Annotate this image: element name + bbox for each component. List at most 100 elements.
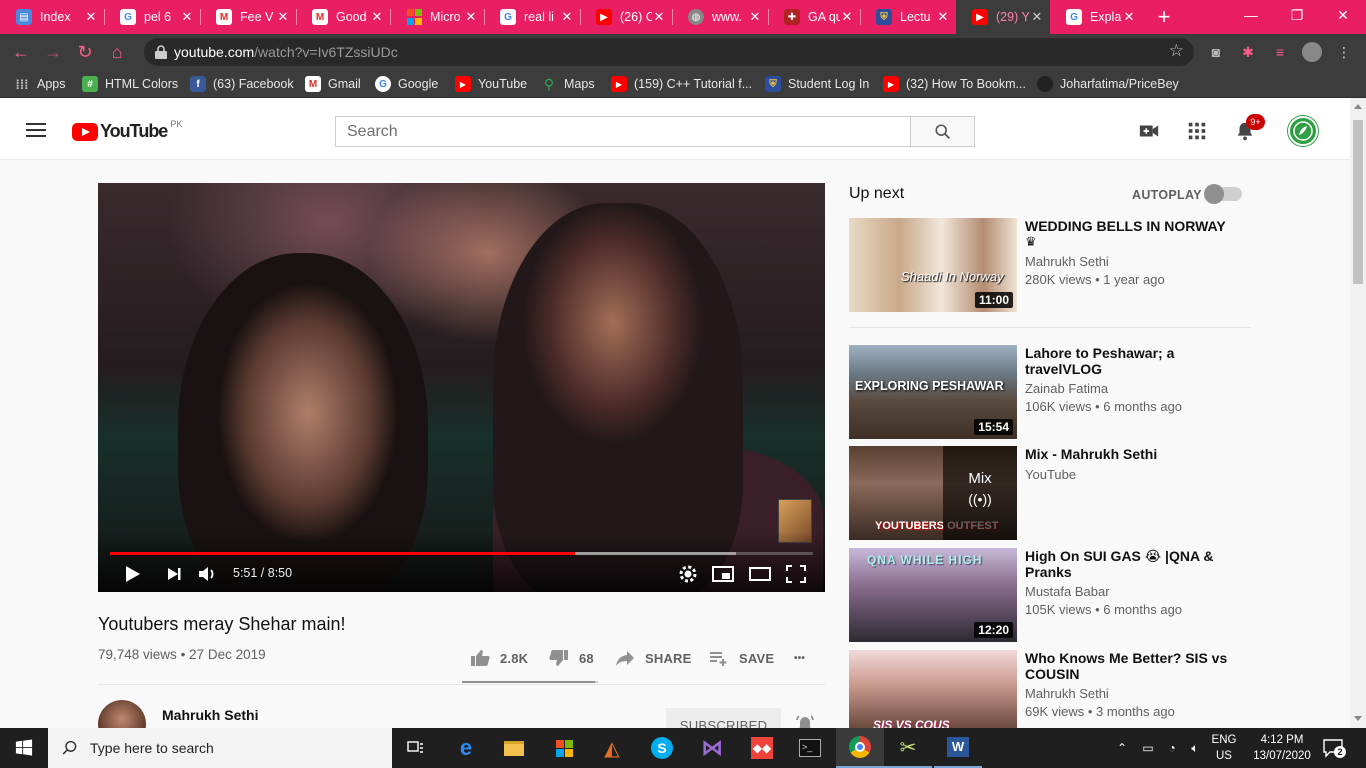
video-thumbnail[interactable]: EXPLORING PESHAWAR 15:54 [849, 345, 1017, 439]
taskbar-clock[interactable]: 4:12 PM 13/07/2020 [1246, 732, 1318, 764]
miniplayer-icon[interactable] [711, 563, 735, 585]
browser-tab[interactable]: ◍ www. ✕ [672, 0, 768, 34]
browser-tab[interactable]: ▶ (26) C ✕ [580, 0, 672, 34]
scroll-down-arrow-icon[interactable] [1354, 716, 1362, 721]
share-button[interactable]: SHARE [615, 648, 692, 668]
close-tab-icon[interactable]: ✕ [560, 9, 574, 25]
create-video-icon[interactable] [1138, 120, 1160, 142]
dislike-button[interactable]: 68 [549, 648, 594, 668]
new-tab-button[interactable]: + [1150, 4, 1178, 30]
battery-icon[interactable]: ▭ [1136, 728, 1160, 768]
apps-grid-icon[interactable] [1186, 120, 1208, 142]
browser-tab[interactable]: Micro ✕ [390, 0, 484, 34]
profile-avatar-icon[interactable] [1302, 42, 1322, 62]
forward-arrow-icon[interactable]: → [40, 40, 66, 66]
taskbar-search[interactable] [48, 728, 392, 768]
browser-tab[interactable]: ✚ GA qu ✕ [768, 0, 860, 34]
puzzle-extension-icon[interactable]: ✱ [1238, 42, 1258, 62]
close-window-icon[interactable]: ✕ [1320, 0, 1366, 30]
chrome-menu-icon[interactable]: ⋮ [1334, 42, 1354, 62]
close-tab-icon[interactable]: ✕ [652, 9, 666, 25]
bookmark-github-pricebey[interactable]: Joharfatima/PriceBey [1037, 75, 1179, 93]
bookmark-maps[interactable]: ⚲ Maps [541, 75, 595, 93]
video-thumbnail[interactable]: Shaadi In Norway 11:00 [849, 218, 1017, 312]
taskbar-search-input[interactable] [90, 740, 370, 756]
bookmark-student-login[interactable]: ⛨ Student Log In [765, 75, 869, 93]
taskbar-app-skype[interactable]: S [638, 728, 686, 768]
close-tab-icon[interactable]: ✕ [276, 9, 290, 25]
bookmark-apps[interactable]: ⁞⁞⁞ Apps [14, 75, 66, 93]
fullscreen-icon[interactable] [784, 563, 808, 585]
autoplay-toggle[interactable] [1204, 184, 1242, 204]
start-button[interactable] [0, 728, 48, 768]
theater-mode-icon[interactable] [748, 563, 772, 585]
close-tab-icon[interactable]: ✕ [84, 9, 98, 25]
save-button[interactable]: SAVE [709, 648, 774, 668]
close-tab-icon[interactable]: ✕ [936, 9, 950, 25]
address-bar[interactable]: youtube.com/watch?v=Iv6TZssiUDc ☆ [144, 38, 1194, 66]
media-queue-icon[interactable]: ≡ [1270, 42, 1290, 62]
recommended-video[interactable]: SIS VS COUS Who Knows Me Better? SIS vs … [849, 650, 1251, 728]
bookmark-gmail[interactable]: M Gmail [305, 75, 361, 93]
more-actions-icon[interactable]: ••• [794, 648, 805, 668]
bookmark-star-icon[interactable]: ☆ [1169, 41, 1184, 61]
reload-icon[interactable]: ↻ [72, 40, 98, 66]
like-button[interactable]: 2.8K [470, 648, 528, 668]
task-view-button[interactable] [392, 728, 440, 768]
bookmark-how-to-bookmark[interactable]: ▶ (32) How To Bookm... [883, 75, 1026, 93]
close-tab-icon[interactable]: ✕ [180, 9, 194, 25]
browser-tab[interactable]: G real li ✕ [484, 0, 580, 34]
wifi-icon[interactable]: ◔ [1160, 728, 1184, 768]
browser-tab[interactable]: M Good ✕ [296, 0, 390, 34]
bookmark-google[interactable]: G Google [375, 75, 438, 93]
close-tab-icon[interactable]: ✕ [840, 9, 854, 25]
browser-tab[interactable]: ▤ Index ✕ [0, 0, 104, 34]
video-thumbnail[interactable]: SIS VS COUS [849, 650, 1017, 728]
speaker-icon[interactable]: 🔈︎ [1184, 728, 1206, 768]
recommended-video[interactable]: QNA WHILE HIGH 12:20 High On SUI GAS 😭 |… [849, 548, 1251, 642]
camera-extension-icon[interactable]: ◙ [1206, 42, 1226, 62]
browser-tab[interactable]: G pel 6 ✕ [104, 0, 200, 34]
home-icon[interactable]: ⌂ [104, 40, 130, 66]
taskbar-app-store[interactable] [540, 728, 588, 768]
taskbar-app-visual-studio[interactable]: ⋈ [688, 728, 736, 768]
taskbar-app-chrome[interactable] [836, 728, 884, 768]
menu-hamburger-icon[interactable] [26, 123, 46, 137]
close-tab-icon[interactable]: ✕ [748, 9, 762, 25]
scroll-up-arrow-icon[interactable] [1354, 104, 1362, 109]
taskbar-app-snipping[interactable]: ✂ [884, 728, 932, 768]
taskbar-app-edge[interactable]: e [442, 728, 490, 768]
taskbar-app-explorer[interactable] [490, 728, 538, 768]
taskbar-app-matlab[interactable]: ◭ [588, 728, 636, 768]
browser-tab[interactable]: G Explai ✕ [1050, 0, 1142, 34]
channel-name[interactable]: Mahrukh Sethi [162, 707, 258, 723]
browser-tab[interactable]: ⛨ Lectu ✕ [860, 0, 956, 34]
page-scrollbar[interactable] [1350, 98, 1366, 728]
taskbar-app-word[interactable]: W [934, 728, 982, 768]
bookmark-youtube[interactable]: ▶ YouTube [455, 75, 527, 93]
close-tab-icon[interactable]: ✕ [1030, 9, 1044, 25]
search-box[interactable] [335, 116, 911, 147]
close-tab-icon[interactable]: ✕ [464, 9, 478, 25]
video-player[interactable]: 5:51 / 8:50 [98, 183, 825, 592]
recommended-video[interactable]: Shaadi In Norway 11:00 WEDDING BELLS IN … [849, 218, 1251, 312]
search-button[interactable] [910, 116, 975, 147]
recommended-mix[interactable]: YOUTUBERS OUTFEST Mix ((•)) Mix - Mahruk… [849, 446, 1251, 540]
video-thumbnail[interactable]: YOUTUBERS OUTFEST Mix ((•)) [849, 446, 1017, 540]
browser-tab-active[interactable]: ▶ (29) Y ✕ [956, 0, 1050, 34]
search-input[interactable] [336, 117, 911, 146]
youtube-logo[interactable]: YouTube PK [72, 119, 182, 142]
bookmark-html-colors[interactable]: # HTML Colors [82, 75, 178, 93]
browser-tab[interactable]: M Fee V ✕ [200, 0, 296, 34]
play-icon[interactable] [120, 563, 144, 585]
recommended-video[interactable]: EXPLORING PESHAWAR 15:54 Lahore to Pesha… [849, 345, 1251, 439]
settings-gear-icon[interactable] [676, 563, 700, 585]
close-tab-icon[interactable]: ✕ [370, 9, 384, 25]
bookmark-facebook[interactable]: f (63) Facebook [190, 75, 294, 93]
minimize-icon[interactable]: — [1228, 0, 1274, 30]
video-thumbnail[interactable]: QNA WHILE HIGH 12:20 [849, 548, 1017, 642]
next-icon[interactable] [162, 563, 186, 585]
account-avatar[interactable] [1288, 116, 1318, 146]
taskbar-app-anydesk[interactable]: ◆◆ [738, 728, 786, 768]
input-language[interactable]: ENG US [1206, 732, 1242, 764]
